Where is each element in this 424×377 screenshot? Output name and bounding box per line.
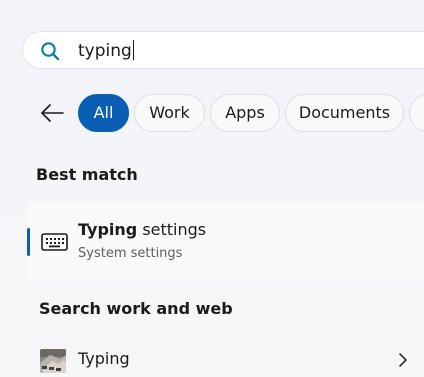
best-match-title-highlight: Typing: [78, 220, 138, 239]
filter-chip-documents[interactable]: Documents: [285, 94, 404, 132]
search-web-header: Search work and web: [39, 299, 233, 318]
chevron-right-icon: [399, 353, 407, 367]
best-match-header: Best match: [36, 165, 138, 184]
filter-chip-all[interactable]: All: [78, 94, 129, 132]
search-box[interactable]: typing: [22, 31, 424, 69]
keyboard-icon: [41, 233, 68, 251]
best-match-result[interactable]: Typing settings System settings: [27, 203, 424, 280]
typing-thumbnail: [40, 349, 66, 373]
best-match-title-rest: settings: [137, 220, 207, 239]
selection-indicator: [27, 228, 30, 256]
web-result-item[interactable]: Typing: [27, 340, 424, 377]
text-caret: [132, 40, 134, 60]
best-match-title: Typing settings: [78, 220, 206, 239]
search-panel: typing All Work Apps Documents Best matc…: [0, 0, 424, 377]
search-icon: [41, 42, 60, 61]
web-result-label: Typing: [78, 349, 130, 368]
search-query: typing: [78, 41, 132, 61]
arrow-left-icon: [41, 104, 64, 122]
filter-chip-work[interactable]: Work: [134, 94, 205, 132]
back-button[interactable]: [34, 96, 70, 130]
search-input[interactable]: typing: [78, 40, 134, 62]
filter-chip-more[interactable]: [409, 94, 424, 132]
filter-chip-apps[interactable]: Apps: [210, 94, 280, 132]
best-match-subtitle: System settings: [78, 246, 183, 261]
